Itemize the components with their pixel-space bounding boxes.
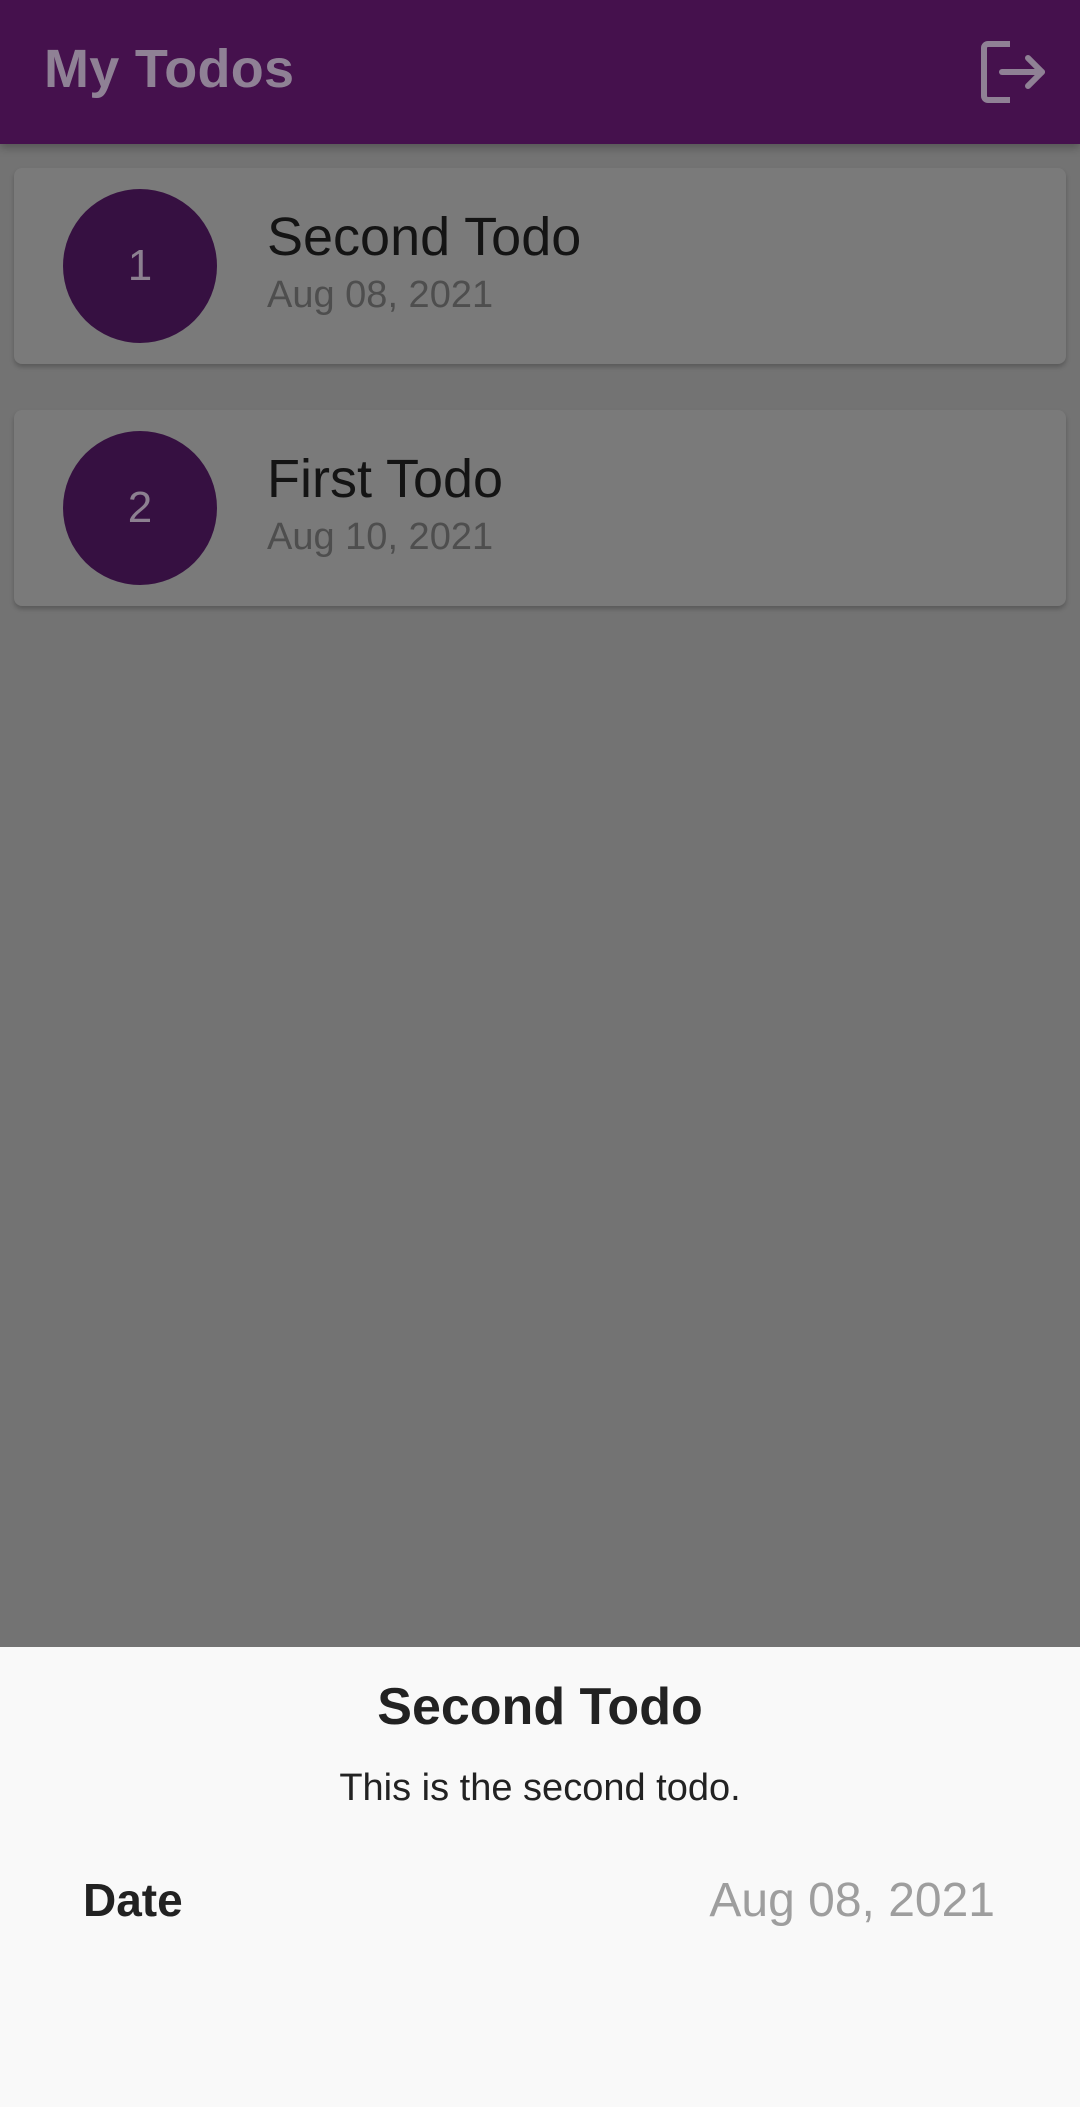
app-title: My Todos xyxy=(44,39,295,99)
todo-title: First Todo xyxy=(267,449,504,509)
todo-list-item[interactable]: 1 Second Todo Aug 08, 2021 xyxy=(14,168,1066,364)
todo-list-item[interactable]: 2 First Todo Aug 10, 2021 xyxy=(14,410,1066,606)
todo-number-avatar: 2 xyxy=(63,431,217,585)
date-label: Date xyxy=(83,1874,183,1926)
todo-title: Second Todo xyxy=(267,207,582,267)
sheet-description: This is the second todo. xyxy=(339,1767,741,1809)
logout-button[interactable] xyxy=(976,34,1052,110)
app-bar: My Todos xyxy=(0,0,1080,144)
logout-icon xyxy=(981,41,1045,103)
todo-detail-bottom-sheet: Second Todo This is the second todo. Dat… xyxy=(0,1647,1080,2107)
todo-number-avatar: 1 xyxy=(63,189,217,343)
todo-date: Aug 10, 2021 xyxy=(267,516,494,558)
sheet-title: Second Todo xyxy=(377,1678,703,1736)
screen: My Todos 1 Second Todo Aug 08, 2021 2 Fi… xyxy=(0,0,1080,2107)
date-value: Aug 08, 2021 xyxy=(709,1874,995,1927)
todo-date: Aug 08, 2021 xyxy=(267,274,494,316)
